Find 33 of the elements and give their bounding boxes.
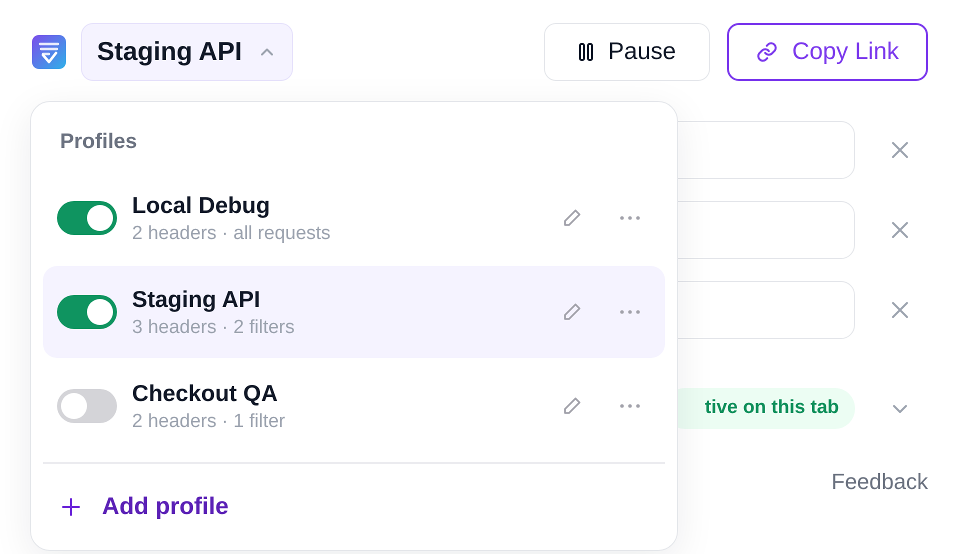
more-icon[interactable] [619,215,641,221]
profile-name: Staging API [132,286,262,312]
toggle-switch[interactable] [57,201,117,235]
profile-item[interactable]: Local Debug 2 headers · all requests [43,172,665,264]
pencil-icon[interactable] [561,301,583,323]
pause-icon [578,42,594,62]
pencil-icon[interactable] [561,207,583,229]
close-icon [891,221,909,239]
profile-item[interactable]: Staging API 3 headers · 2 filters [43,266,665,358]
logo-icon [32,34,66,68]
profile-selector[interactable]: Staging API [81,22,293,80]
profile-summary: 3 headers · 2 filters [132,316,296,338]
close-icon [891,301,909,319]
pencil-icon[interactable] [561,395,583,417]
more-icon[interactable] [619,403,641,409]
add-profile-button[interactable]: Add profile [43,464,229,550]
caret-icon [260,47,274,56]
profile-item[interactable]: Checkout QA 2 headers · 1 filter [43,360,665,452]
chevron-icon [892,404,908,414]
copy-link-button[interactable]: Copy Link [727,22,928,80]
profile-name: Checkout QA [132,380,279,406]
profile-summary: 2 headers · 1 filter [132,410,286,432]
toggle-switch[interactable] [57,389,117,423]
link-icon [756,40,778,62]
more-icon[interactable] [619,309,641,315]
pause-button[interactable]: Pause [544,22,710,80]
toggle-switch[interactable] [57,295,117,329]
profile-summary: 2 headers · all requests [132,222,332,244]
plus-icon [62,498,80,516]
profile-name: Local Debug [132,192,272,218]
menu-title: Profiles [59,130,138,154]
close-icon [891,141,909,159]
feedback-link[interactable]: Feedback [831,469,928,495]
